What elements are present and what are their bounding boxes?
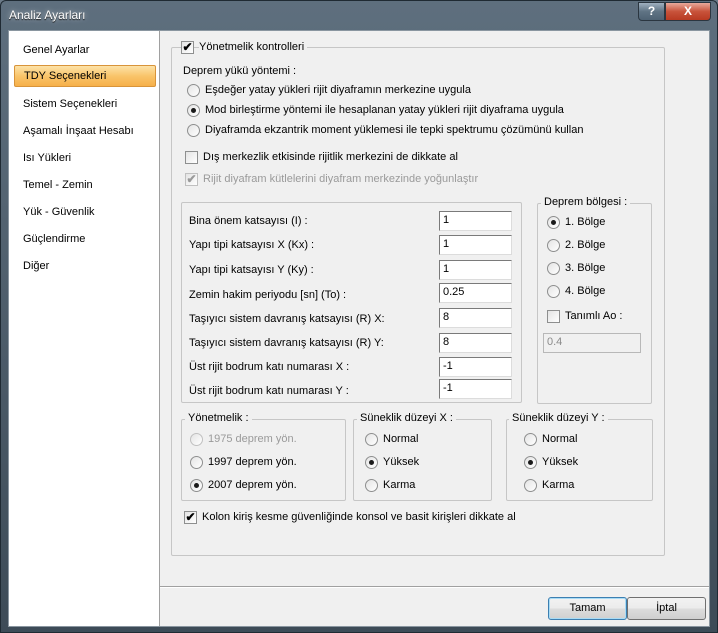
suneklik-x-yuksek-label: Yüksek [383, 456, 420, 468]
sidebar-item-label: Genel Ayarlar [23, 44, 90, 56]
radio-dot-icon [528, 460, 533, 465]
dis-merkezlik-label: Dış merkezlik etkisinde rijitlik merkezi… [203, 151, 458, 163]
yonetmelik-kontrolleri-label: Yönetmelik kontrolleri [199, 41, 308, 53]
bolge-4-label: 4. Bölge [565, 285, 606, 297]
settings-sidebar: Genel Ayarlar TDY Seçenekleri Sistem Seç… [9, 31, 160, 626]
sidebar-item-label: Güçlendirme [23, 233, 86, 245]
sidebar-item-isi-yukleri[interactable]: Isı Yükleri [14, 147, 156, 169]
kolon-kiris-label: Kolon kiriş kesme güvenliğinde konsol ve… [202, 511, 516, 523]
bolge-2-label: 2. Bölge [565, 239, 606, 251]
suneklik-y-yuksek-label: Yüksek [542, 456, 579, 468]
sidebar-item-sistem-secenekleri[interactable]: Sistem Seçenekleri [14, 93, 156, 115]
sidebar-item-label: Isı Yükleri [23, 152, 72, 164]
sidebar-item-tdy-secenekleri[interactable]: TDY Seçenekleri [14, 65, 156, 87]
param-label-ky: Yapı tipi katsayısı Y (Ky) : [189, 264, 314, 276]
suneklik-y-karma-label: Karma [542, 479, 575, 491]
ok-button[interactable]: Tamam [548, 597, 627, 620]
dialog-client: Genel Ayarlar TDY Seçenekleri Sistem Seç… [8, 30, 710, 627]
sidebar-item-temel-zemin[interactable]: Temel - Zemin [14, 174, 156, 196]
suneklik-x-karma-radio[interactable] [365, 479, 378, 492]
radio-dot-icon [191, 108, 196, 113]
suneklik-y-yuksek-radio[interactable] [524, 456, 537, 469]
param-label-kx: Yapı tipi katsayısı X (Kx) : [189, 239, 315, 251]
tanimli-ao-checkbox[interactable] [547, 310, 560, 323]
radio-dot-icon [551, 220, 556, 225]
param-label-bodrum-x: Üst rijit bodrum katı numarası X : [189, 361, 350, 373]
param-label-bodrum-y: Üst rijit bodrum katı numarası Y : [189, 385, 349, 397]
kx-input[interactable]: 1 [439, 235, 512, 255]
radio-dot-icon [369, 460, 374, 465]
sidebar-item-label: TDY Seçenekleri [24, 70, 107, 82]
dis-merkezlik-checkbox[interactable] [185, 151, 198, 164]
sidebar-item-yuk-guvenlik[interactable]: Yük - Güvenlik [14, 201, 156, 223]
deprem-yuku-yontemi-heading: Deprem yükü yöntemi : [183, 65, 297, 77]
param-label-to: Zemin hakim periyodu [sn] (To) : [189, 289, 347, 301]
ky-input[interactable]: 1 [439, 260, 512, 280]
dialog-window: Analiz Ayarları ? X Genel Ayarlar TDY Se… [0, 0, 718, 633]
yonetmelik-1997-radio[interactable] [190, 456, 203, 469]
yonetmelik-1975-radio[interactable] [190, 433, 203, 446]
deprem-yontemi-label-esdeger: Eşdeğer yatay yükleri rijit diyaframın m… [205, 84, 471, 96]
sidebar-item-genel-ayarlar[interactable]: Genel Ayarlar [14, 39, 156, 61]
yonetmelik-kontrolleri-checkbox[interactable]: ✔ [181, 41, 194, 54]
close-button[interactable]: X [665, 2, 711, 21]
bodrum-x-input[interactable]: -1 [439, 357, 512, 377]
sidebar-item-label: Temel - Zemin [23, 179, 93, 191]
deprem-yontemi-radio-mod-birlestirme[interactable] [187, 104, 200, 117]
deprem-yontemi-label-ekzantrik: Diyaframda ekzantrik moment yüklemesi il… [205, 124, 584, 136]
sidebar-item-label: Diğer [23, 260, 50, 272]
sidebar-item-label: Aşamalı İnşaat Hesabı [23, 125, 134, 137]
bodrum-y-input[interactable]: -1 [439, 379, 512, 399]
cancel-button[interactable]: İptal [627, 597, 706, 620]
yonetmelik-2007-label: 2007 deprem yön. [208, 479, 297, 491]
suneklik-x-yuksek-radio[interactable] [365, 456, 378, 469]
bolge-1-radio[interactable] [547, 216, 560, 229]
deprem-yontemi-radio-esdeger[interactable] [187, 84, 200, 97]
deprem-yontemi-radio-ekzantrik[interactable] [187, 124, 200, 137]
param-label-ry: Taşıyıcı sistem davranış katsayısı (R) Y… [189, 337, 384, 349]
tanimli-ao-label: Tanımlı Ao : [565, 310, 623, 322]
suneklik-x-normal-radio[interactable] [365, 433, 378, 446]
bolge-4-radio[interactable] [547, 285, 560, 298]
deprem-yontemi-label-mod-birlestirme: Mod birleştirme yöntemi ile hesaplanan y… [205, 104, 564, 116]
title-bar[interactable]: Analiz Ayarları ? X [1, 1, 717, 29]
deprem-bolgesi-legend: Deprem bölgesi : [541, 196, 631, 208]
bina-onem-input[interactable]: 1 [439, 211, 512, 231]
ry-input[interactable]: 8 [439, 333, 512, 353]
bolge-3-label: 3. Bölge [565, 262, 606, 274]
param-label-bina-onem: Bina önem katsayısı (I) : [189, 215, 308, 227]
yonetmelik-legend: Yönetmelik : [185, 412, 252, 424]
footer-separator-highlight [160, 587, 709, 588]
radio-dot-icon [194, 483, 199, 488]
suneklik-y-legend: Süneklik düzeyi Y : [509, 412, 608, 424]
suneklik-x-karma-label: Karma [383, 479, 416, 491]
suneklik-x-legend: Süneklik düzeyi X : [357, 412, 456, 424]
sidebar-item-diger[interactable]: Diğer [14, 255, 156, 277]
bolge-2-radio[interactable] [547, 239, 560, 252]
yonetmelik-1975-label: 1975 deprem yön. [208, 433, 297, 445]
sidebar-item-asamali-insaat[interactable]: Aşamalı İnşaat Hesabı [14, 120, 156, 142]
sidebar-item-label: Sistem Seçenekleri [23, 98, 118, 110]
rx-input[interactable]: 8 [439, 308, 512, 328]
suneklik-y-normal-label: Normal [542, 433, 578, 445]
rijit-diyafram-label: Rijit diyafram kütlelerini diyafram merk… [203, 173, 479, 185]
suneklik-y-karma-radio[interactable] [524, 479, 537, 492]
param-label-rx: Taşıyıcı sistem davranış katsayısı (R) X… [189, 313, 385, 325]
sidebar-item-label: Yük - Güvenlik [23, 206, 95, 218]
suneklik-y-normal-radio[interactable] [524, 433, 537, 446]
help-button[interactable]: ? [638, 2, 665, 21]
bolge-3-radio[interactable] [547, 262, 560, 275]
sidebar-item-guclendirme[interactable]: Güçlendirme [14, 228, 156, 250]
bolge-1-label: 1. Bölge [565, 216, 606, 228]
to-input[interactable]: 0.25 [439, 283, 512, 303]
rijit-diyafram-checkbox[interactable]: ✔ [185, 173, 198, 186]
kolon-kiris-checkbox[interactable]: ✔ [184, 511, 197, 524]
ao-input[interactable]: 0.4 [543, 333, 641, 353]
deprem-bolgesi-group [537, 203, 652, 404]
suneklik-x-normal-label: Normal [383, 433, 419, 445]
yonetmelik-2007-radio[interactable] [190, 479, 203, 492]
yonetmelik-1997-label: 1997 deprem yön. [208, 456, 297, 468]
window-title: Analiz Ayarları [9, 8, 86, 22]
